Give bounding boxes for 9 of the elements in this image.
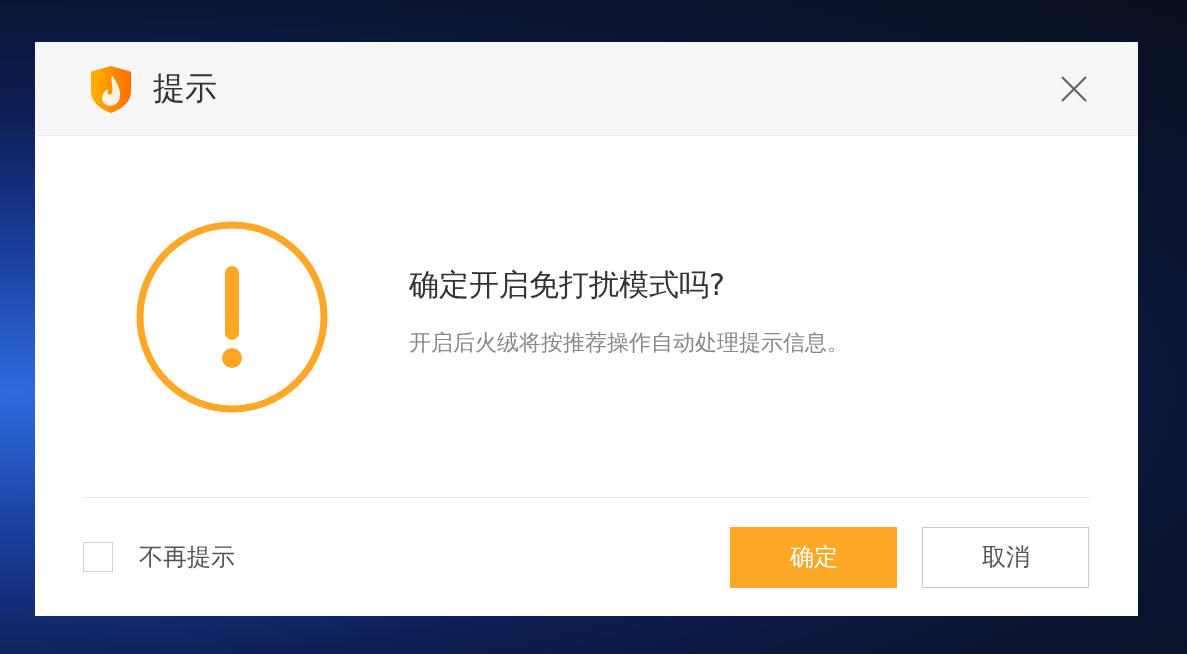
close-icon[interactable] <box>1060 74 1088 103</box>
checkbox-label[interactable]: 不再提示 <box>139 541 235 573</box>
message-heading: 确定开启免打扰模式吗? <box>409 266 726 304</box>
cancel-button[interactable]: 取消 <box>922 526 1089 588</box>
checkbox[interactable] <box>83 542 113 572</box>
shield-flame-icon <box>89 63 133 114</box>
warning-icon <box>135 219 329 414</box>
window-title: 提示 <box>153 67 217 109</box>
message-detail: 开启后火绒将按推荐操作自动处理提示信息。 <box>409 329 849 357</box>
